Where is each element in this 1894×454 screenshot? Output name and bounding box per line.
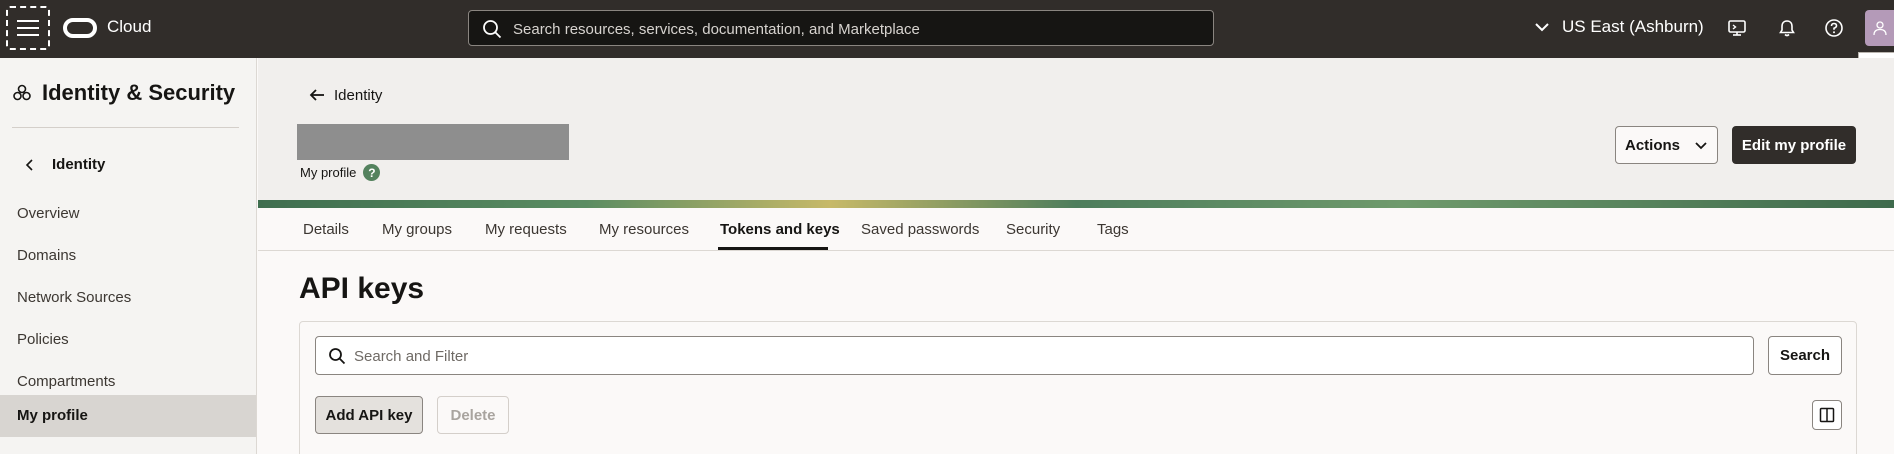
sidebar-header: Identity & Security <box>12 80 235 106</box>
tab-security[interactable]: Security <box>1006 221 1060 238</box>
decorative-banner <box>258 200 1894 208</box>
sidebar-item-policies[interactable]: Policies <box>0 319 256 361</box>
tab-saved-passwords[interactable]: Saved passwords <box>861 221 979 238</box>
tab-details[interactable]: Details <box>303 221 349 238</box>
sidebar: Identity & Security Identity Overview Do… <box>0 58 257 454</box>
global-search[interactable] <box>468 10 1214 46</box>
top-bar: Cloud US East (Ashburn) <box>0 0 1894 58</box>
help-icon[interactable] <box>1822 16 1846 40</box>
sidebar-item-overview[interactable]: Overview <box>0 193 256 235</box>
filter-input[interactable] <box>354 345 1744 367</box>
filter-field[interactable] <box>315 336 1754 375</box>
region-label: US East (Ashburn) <box>1562 17 1704 36</box>
sidebar-title: Identity & Security <box>42 80 236 105</box>
region-selector[interactable]: US East (Ashburn) <box>1532 17 1704 37</box>
profile-avatar[interactable] <box>1865 10 1894 46</box>
back-to-identity-link[interactable]: Identity <box>308 86 382 104</box>
sidebar-item-my-profile[interactable]: My profile <box>0 395 256 437</box>
edit-profile-button[interactable]: Edit my profile <box>1732 126 1856 164</box>
sidebar-item-domains[interactable]: Domains <box>0 235 256 277</box>
tab-my-groups[interactable]: My groups <box>382 221 452 238</box>
tab-my-requests[interactable]: My requests <box>485 221 567 238</box>
identity-security-icon <box>13 84 31 101</box>
chevron-down-icon <box>1695 142 1707 150</box>
search-icon <box>483 20 502 39</box>
brand-name[interactable]: Cloud <box>107 17 151 37</box>
subtitle-label: My profile <box>300 165 357 180</box>
page-header: Identity My profile ? Actions Edit my pr… <box>258 58 1894 200</box>
sidebar-divider <box>12 127 239 128</box>
tab-bar: Details My groups My requests My resourc… <box>258 208 1894 251</box>
tab-tokens-and-keys[interactable]: Tokens and keys <box>720 221 840 238</box>
cloud-shell-icon[interactable] <box>1725 16 1749 40</box>
tab-my-resources[interactable]: My resources <box>599 221 689 238</box>
global-search-input[interactable] <box>513 17 1203 41</box>
oracle-logo-icon[interactable] <box>63 18 97 38</box>
search-button[interactable]: Search <box>1768 336 1842 375</box>
active-tab-indicator <box>718 247 828 250</box>
add-api-key-button[interactable]: Add API key <box>315 396 423 434</box>
page-title: API keys <box>299 272 425 305</box>
user-icon <box>1872 21 1887 36</box>
question-icon[interactable]: ? <box>363 164 381 181</box>
sidebar-back-label: Identity <box>52 156 106 173</box>
delete-button: Delete <box>437 396 509 434</box>
sidebar-item-network-sources[interactable]: Network Sources <box>0 277 256 319</box>
arrow-left-icon <box>309 89 324 101</box>
back-link-label: Identity <box>334 86 383 104</box>
tab-tags[interactable]: Tags <box>1097 221 1129 238</box>
menu-icon[interactable] <box>6 6 50 50</box>
search-icon <box>329 348 346 365</box>
redacted-user-name <box>297 124 569 160</box>
sidebar-back-link[interactable]: Identity <box>22 156 105 173</box>
actions-dropdown-button[interactable]: Actions <box>1615 126 1718 164</box>
bell-icon[interactable] <box>1775 16 1799 40</box>
actions-label: Actions <box>1624 136 1680 154</box>
chevron-left-icon <box>25 158 33 171</box>
column-settings-icon[interactable] <box>1812 400 1842 430</box>
page-subtitle: My profile ? <box>300 164 381 181</box>
chevron-down-icon <box>1535 23 1549 32</box>
